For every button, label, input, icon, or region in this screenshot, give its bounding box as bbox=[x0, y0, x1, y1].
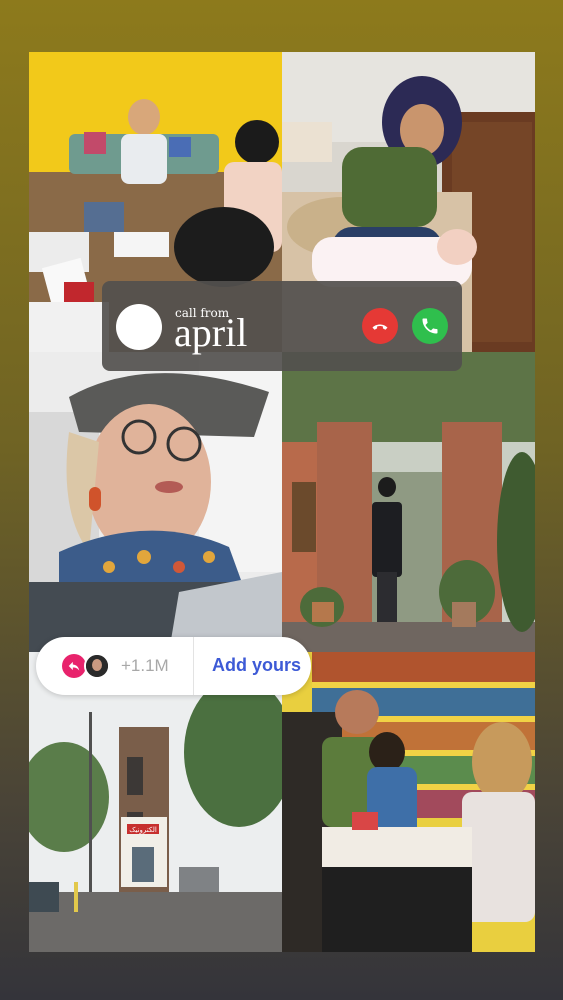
caller-avatar bbox=[116, 304, 162, 350]
participant-avatar-image bbox=[86, 655, 108, 677]
caller-name: april bbox=[174, 310, 248, 355]
add-yours-button[interactable]: Add yours bbox=[212, 655, 301, 676]
participants-count: +1.1M bbox=[121, 656, 169, 675]
reply-arrow-icon[interactable] bbox=[62, 654, 86, 678]
add-yours-sticker[interactable]: +1.1M Add yours bbox=[36, 637, 311, 695]
street-view-photo: الکترونیک bbox=[29, 652, 282, 952]
bookstore-art-class-photo bbox=[282, 652, 535, 952]
participant-avatar bbox=[84, 653, 110, 679]
pill-divider bbox=[193, 637, 194, 695]
incoming-call-sticker[interactable]: call from april bbox=[102, 281, 462, 371]
photo-collage: الکترونیک bbox=[29, 52, 535, 952]
reply-arrow-glyph bbox=[68, 661, 80, 671]
accept-call-button[interactable] bbox=[412, 308, 448, 344]
phone-hangup-icon bbox=[372, 324, 388, 330]
woman-in-garden-photo bbox=[282, 352, 535, 652]
selfie-woman-cap-photo bbox=[29, 352, 282, 652]
shop-sign-text: الکترونیک bbox=[129, 826, 157, 834]
decline-call-button[interactable] bbox=[362, 308, 398, 344]
phone-icon bbox=[422, 318, 438, 334]
